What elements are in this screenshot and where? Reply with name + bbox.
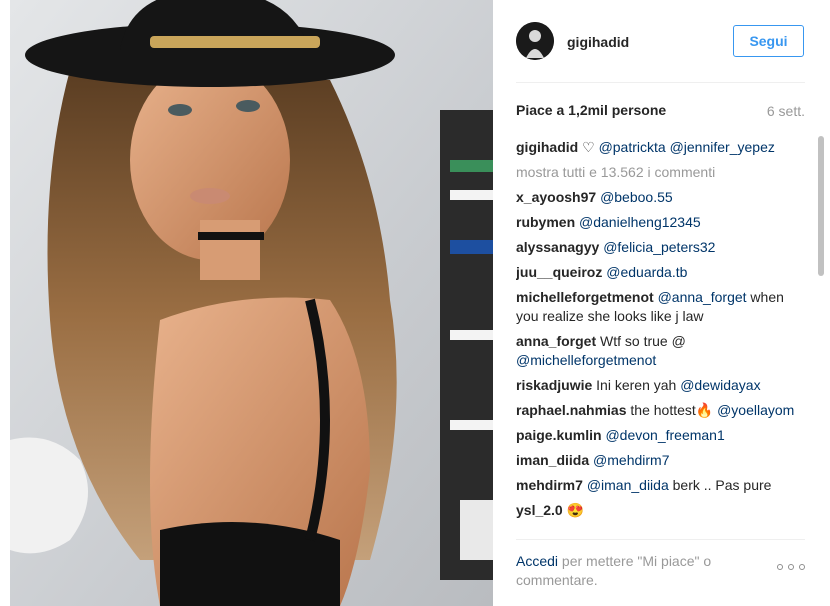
comment-item: raphael.nahmias the hottest🔥 @yoellayom <box>516 401 806 420</box>
follow-button[interactable]: Segui <box>733 25 804 57</box>
comment-mention[interactable]: @danielheng12345 <box>579 214 701 230</box>
comment-mention[interactable]: @felicia_peters32 <box>603 239 715 255</box>
caption-username[interactable]: gigihadid <box>516 139 578 155</box>
post-username[interactable]: gigihadid <box>567 34 629 50</box>
comment-text: the hottest🔥 <box>626 402 718 418</box>
scrollbar-thumb[interactable] <box>818 136 824 276</box>
comment-item: juu__queiroz @eduarda.tb <box>516 263 806 282</box>
caption-heart: ♡ <box>578 139 599 155</box>
comment-mention[interactable]: @devon_freeman1 <box>605 427 724 443</box>
caption: gigihadid ♡ @patrickta @jennifer_yepez <box>516 138 806 157</box>
comment-item: paige.kumlin @devon_freeman1 <box>516 426 806 445</box>
comment-username[interactable]: x_ayoosh97 <box>516 189 596 205</box>
comment-username[interactable]: anna_forget <box>516 333 596 349</box>
comment-rows: x_ayoosh97 @beboo.55 rubymen @danielheng1… <box>516 188 806 520</box>
comment-mention[interactable]: @eduarda.tb <box>606 264 687 280</box>
comment-username[interactable]: michelleforgetmenot <box>516 289 654 305</box>
post-photo[interactable] <box>10 0 493 606</box>
comment-username[interactable]: paige.kumlin <box>516 427 602 443</box>
comment-username[interactable]: juu__queiroz <box>516 264 602 280</box>
show-all-comments-link[interactable]: mostra tutti e 13.562 i commenti <box>516 163 806 182</box>
login-link[interactable]: Accedi <box>516 553 558 569</box>
login-prompt: Accedi per mettere "Mi piace" o commenta… <box>516 552 746 590</box>
likes-row: Piace a 1,2mil persone 6 sett. <box>516 102 805 122</box>
comments-list: gigihadid ♡ @patrickta @jennifer_yepez m… <box>516 138 806 538</box>
comment-text: 😍 <box>562 502 585 518</box>
comment-username[interactable]: raphael.nahmias <box>516 402 627 418</box>
comment-username[interactable]: riskadjuwie <box>516 377 592 393</box>
comment-mention[interactable]: @dewidayax <box>680 377 760 393</box>
comment-item: riskadjuwie Ini keren yah @dewidayax <box>516 376 806 395</box>
post-header: gigihadid Segui <box>494 0 830 82</box>
comment-mention[interactable]: @anna_forget <box>658 289 747 305</box>
comments-scrollbar[interactable] <box>816 132 826 542</box>
post-photo-image <box>10 0 493 606</box>
comment-username[interactable]: ysl_2.0 <box>516 502 563 518</box>
comment-mention[interactable]: @iman_diida <box>587 477 669 493</box>
likes-count[interactable]: Piace a 1,2mil persone <box>516 102 666 118</box>
comment-mention[interactable]: @michelleforgetmenot <box>516 352 656 368</box>
header-divider <box>516 82 805 83</box>
footer-divider <box>516 539 805 540</box>
comment-item: rubymen @danielheng12345 <box>516 213 806 232</box>
comment-item: mehdirm7 @iman_diida berk .. Pas pure <box>516 476 806 495</box>
comment-text: berk .. Pas pure <box>668 477 772 493</box>
comment-item: alyssanagyy @felicia_peters32 <box>516 238 806 257</box>
comment-mention[interactable]: @yoellayom <box>717 402 794 418</box>
comment-username[interactable]: alyssanagyy <box>516 239 599 255</box>
instagram-post-view: gigihadid Segui Piace a 1,2mil persone 6… <box>0 0 830 606</box>
comment-item: anna_forget Wtf so true @ @michelleforge… <box>516 332 806 370</box>
comment-text: Ini keren yah <box>592 377 681 393</box>
caption-mention[interactable]: @patrickta <box>599 139 666 155</box>
comment-item: ysl_2.0 😍 <box>516 501 806 520</box>
comment-username[interactable]: rubymen <box>516 214 575 230</box>
comment-mention[interactable]: @beboo.55 <box>600 189 673 205</box>
comment-item: x_ayoosh97 @beboo.55 <box>516 188 806 207</box>
comment-item: michelleforgetmenot @anna_forget when yo… <box>516 288 806 326</box>
comment-username[interactable]: iman_diida <box>516 452 589 468</box>
avatar-image <box>516 22 554 60</box>
avatar[interactable] <box>516 22 554 60</box>
comment-text: Wtf so true @ <box>596 333 686 349</box>
caption-mention[interactable]: @jennifer_yepez <box>670 139 775 155</box>
comment-mention[interactable]: @mehdirm7 <box>593 452 669 468</box>
ellipsis-icon[interactable] <box>777 560 807 574</box>
post-side-panel: gigihadid Segui Piace a 1,2mil persone 6… <box>494 0 830 606</box>
comment-username[interactable]: mehdirm7 <box>516 477 583 493</box>
post-age[interactable]: 6 sett. <box>767 103 805 119</box>
comment-item: iman_diida @mehdirm7 <box>516 451 806 470</box>
